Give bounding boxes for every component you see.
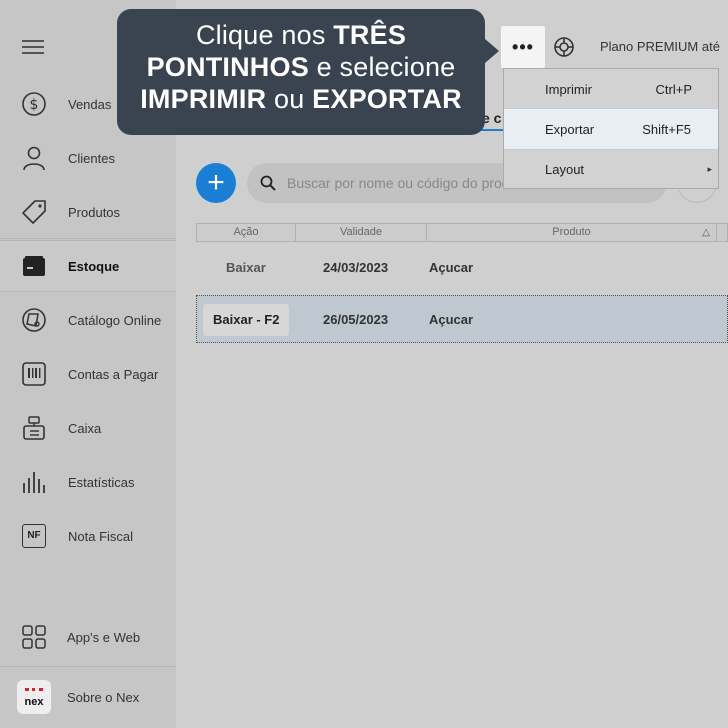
menu-item-layout[interactable]: Layout ▸ (504, 149, 718, 189)
produto-cell: Açucar (429, 312, 474, 327)
tooltip-line-2: PONTINHOS e selecione (117, 51, 485, 83)
menu-item-imprimir[interactable]: Imprimir Ctrl+P (504, 69, 718, 109)
sidebar-item-label: Catálogo Online (68, 312, 162, 328)
sidebar-item-label: Vendas (68, 96, 112, 112)
tooltip-bold-text: EXPORTAR (312, 84, 462, 114)
sidebar-item-label: Estoque (68, 258, 120, 274)
menu-item-shortcut: Shift+F5 (642, 121, 691, 137)
tooltip-line-3: IMPRIMIR ou EXPORTAR (117, 83, 485, 115)
column-header-validade[interactable]: Validade (296, 224, 427, 241)
bar-chart-icon (20, 468, 48, 496)
baixar-button[interactable]: Baixar (216, 252, 276, 284)
column-header-label: Produto (552, 226, 591, 238)
sidebar-item-label: App's e Web (67, 629, 141, 645)
nex-logo-text: nex (24, 695, 44, 708)
sidebar-item-contas-a-pagar[interactable]: Contas a Pagar (0, 349, 176, 399)
add-button[interactable]: + (196, 163, 236, 203)
svg-text:$: $ (30, 97, 39, 113)
menu-item-label: Exportar (545, 121, 595, 137)
plan-status-text[interactable]: Plano PREMIUM até (600, 39, 720, 54)
sidebar-item-catalogo-online[interactable]: Catálogo Online (0, 295, 176, 345)
apps-grid-icon (20, 623, 48, 651)
sidebar-item-sobre-o-nex[interactable]: nex Sobre o Nex (0, 672, 176, 722)
sidebar-item-label: Contas a Pagar (68, 366, 159, 382)
table-row[interactable]: Baixar 24/03/2023 Açucar (196, 244, 728, 292)
divider (0, 238, 176, 239)
sidebar-item-estoque[interactable]: Estoque (0, 240, 176, 292)
sidebar-item-label: Produtos (68, 204, 121, 220)
tooltip-line-1: Clique nos TRÊS (117, 19, 485, 51)
person-icon (20, 144, 48, 172)
box-icon (20, 252, 48, 280)
lifebuoy-help-icon[interactable] (552, 35, 576, 59)
nf-icon-text: NF (22, 524, 46, 548)
tag-icon (20, 198, 48, 226)
validade-cell: 24/03/2023 (323, 260, 389, 275)
search-icon (260, 175, 276, 191)
sidebar-item-nota-fiscal[interactable]: NF Nota Fiscal (0, 511, 176, 561)
tooltip-text: Clique nos (195, 20, 334, 50)
sidebar-item-label: Estatísticas (68, 474, 135, 490)
nf-icon: NF (20, 522, 48, 550)
sidebar-item-apps-e-web[interactable]: App's e Web (0, 612, 176, 662)
search-input[interactable] (285, 174, 519, 192)
sidebar-item-estatisticas[interactable]: Estatísticas (0, 457, 176, 507)
sidebar-item-caixa[interactable]: Caixa (0, 403, 176, 453)
divider (0, 666, 176, 667)
options-dropdown-menu: Imprimir Ctrl+P Exportar Shift+F5 Layout… (503, 68, 719, 189)
sidebar-item-label: Nota Fiscal (68, 528, 134, 544)
table-header: Ação Validade Produto △ (196, 223, 728, 242)
baixar-f2-button[interactable]: Baixar - F2 (203, 304, 290, 336)
table-row-selected[interactable]: Baixar - F2 26/05/2023 Açucar (196, 295, 728, 343)
divider (0, 291, 176, 292)
sidebar-item-produtos[interactable]: Produtos (0, 187, 176, 237)
barcode-icon (20, 360, 48, 388)
validade-cell: 26/05/2023 (323, 312, 389, 327)
sort-ascending-icon: △ (702, 227, 710, 238)
sidebar-item-clientes[interactable]: Clientes (0, 133, 176, 183)
tooltip-bold-text: IMPRIMIR (140, 84, 267, 114)
cash-register-icon (20, 414, 48, 442)
instruction-tooltip: Clique nos TRÊS PONTINHOS e selecione IM… (117, 9, 499, 135)
menu-item-shortcut: Ctrl+P (655, 81, 692, 97)
tooltip-bold-text: PONTINHOS (146, 52, 309, 82)
tooltip-text: e selecione (308, 52, 456, 82)
sidebar-item-label: Clientes (68, 150, 115, 166)
menu-item-exportar[interactable]: Exportar Shift+F5 (504, 108, 718, 150)
produto-cell: Açucar (429, 260, 474, 275)
dollar-circle-icon: $ (20, 90, 48, 118)
tooltip-bold-text: TRÊS (333, 20, 407, 50)
menu-item-label: Imprimir (545, 81, 592, 97)
menu-item-label: Layout (545, 161, 585, 177)
catalog-icon (20, 306, 48, 334)
nex-logo-icon: nex (16, 679, 52, 715)
more-options-button[interactable]: ••• (501, 26, 545, 68)
column-header-acao[interactable]: Ação (197, 224, 296, 241)
sidebar-item-label: Sobre o Nex (67, 689, 140, 705)
tooltip-text: ou (266, 84, 313, 114)
hamburger-menu-icon[interactable] (22, 40, 44, 56)
column-header-produto[interactable]: Produto △ (427, 224, 717, 241)
sidebar-item-label: Caixa (68, 420, 102, 436)
submenu-arrow-icon: ▸ (707, 163, 712, 174)
